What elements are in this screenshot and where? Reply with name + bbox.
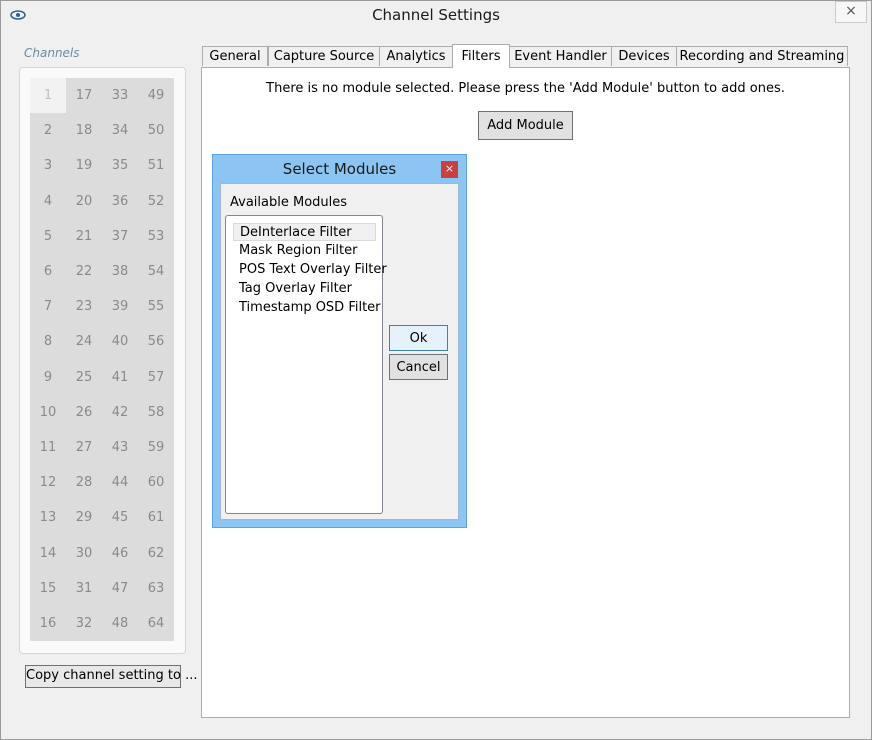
channel-cell[interactable]: 9 [30,359,66,395]
channel-cell[interactable]: 22 [66,253,102,290]
channel-cell[interactable]: 12 [30,465,66,501]
module-list-item[interactable]: POS Text Overlay Filter [233,261,387,279]
module-list[interactable]: DeInterlace Filter Mask Region Filter POS … [225,215,387,514]
cancel-button[interactable]: Cancel [389,354,448,380]
module-list-item[interactable]: Tag Overlay Filter [233,280,376,298]
module-list-item[interactable]: Mask Region Filter [233,242,376,260]
channel-cell[interactable]: 60 [138,465,174,501]
channel-cell[interactable]: 32 [66,605,102,641]
channel-cell[interactable]: 50 [138,113,174,149]
channel-cell[interactable]: 31 [66,570,102,606]
channel-cell[interactable]: 41 [102,359,138,395]
channel-cell[interactable]: 63 [138,570,174,606]
channel-cell[interactable]: 25 [66,359,102,395]
channel-cell[interactable]: 38 [102,253,138,290]
channel-cell[interactable]: 14 [30,535,66,571]
available-modules-label: Available Modules [230,195,348,210]
channel-cell[interactable]: 48 [102,605,138,641]
channel-cell[interactable]: 28 [66,465,102,501]
add-module-button[interactable]: Add Module [478,111,573,140]
channel-cell[interactable]: 42 [102,394,138,430]
channel-cell[interactable]: 43 [102,429,138,466]
channel-cell[interactable]: 8 [30,324,66,360]
channel-cell[interactable]: 35 [102,148,138,184]
tab-devices[interactable]: Devices [611,46,677,66]
channel-cell[interactable]: 1 [30,78,66,114]
channel-cell[interactable]: 24 [66,324,102,360]
module-list-item[interactable]: Timestamp OSD Filter [233,299,381,317]
channel-cell[interactable]: 7 [30,289,66,325]
channel-cell[interactable]: 46 [102,535,138,571]
channel-cell[interactable]: 11 [30,429,66,466]
channel-cell[interactable]: 2 [30,113,66,149]
channel-cell[interactable]: 30 [66,535,102,571]
channel-cell[interactable]: 37 [102,218,138,254]
channel-cell[interactable]: 34 [102,113,138,149]
channel-cell[interactable]: 52 [138,183,174,219]
channel-cell[interactable]: 56 [138,324,174,360]
tab-analytics[interactable]: Analytics [379,46,453,66]
channel-cell[interactable]: 62 [138,535,174,571]
channel-cell[interactable]: 29 [66,500,102,536]
channel-cell[interactable]: 49 [138,78,174,114]
channels-label: Channels [24,46,80,60]
channel-cell[interactable]: 45 [102,500,138,536]
channel-cell[interactable]: 17 [66,78,102,114]
channel-cell[interactable]: 39 [102,289,138,325]
tab-filters[interactable]: Filters [452,44,510,68]
channel-cell[interactable]: 13 [30,500,66,536]
channel-grid: 1 17 33 49 2 18 34 50 3 19 35 51 4 20 36 52 5 21 37 53 6 22 38… [30,78,174,641]
channel-cell[interactable]: 27 [66,429,102,466]
channel-cell[interactable]: 55 [138,289,174,325]
close-button[interactable]: × [835,1,867,23]
channel-cell[interactable]: 64 [138,605,174,641]
channel-cell[interactable]: 36 [102,183,138,219]
channel-cell[interactable]: 44 [102,465,138,501]
channel-cell[interactable]: 54 [138,253,174,290]
channel-cell[interactable]: 3 [30,148,66,184]
channel-cell[interactable]: 40 [102,324,138,360]
channel-cell[interactable]: 16 [30,605,66,641]
no-module-message: There is no module selected. Please pres… [266,81,785,96]
channel-cell[interactable]: 10 [30,394,66,430]
channel-cell[interactable]: 58 [138,394,174,430]
tab-event-handler[interactable]: Event Handler [509,46,612,66]
channel-cell[interactable]: 33 [102,78,138,114]
channel-cell[interactable]: 61 [138,500,174,536]
channel-cell[interactable]: 53 [138,218,174,254]
ok-button[interactable]: Ok [389,325,448,351]
channel-cell[interactable]: 23 [66,289,102,325]
channel-cell[interactable]: 18 [66,113,102,149]
channel-cell[interactable]: 6 [30,253,66,290]
channel-cell[interactable]: 15 [30,570,66,606]
channel-cell[interactable]: 47 [102,570,138,606]
channel-cell[interactable]: 59 [138,429,174,466]
module-list-item[interactable]: DeInterlace Filter [233,223,376,241]
channel-cell[interactable]: 21 [66,218,102,254]
channel-cell[interactable]: 20 [66,183,102,219]
copy-channel-setting-button[interactable]: Copy channel setting to ... [25,665,197,688]
channel-cell[interactable]: 51 [138,148,174,184]
tab-recording-and-streaming[interactable]: Recording and Streaming [676,46,848,66]
channel-cell[interactable]: 26 [66,394,102,430]
dialog-title: Select Modules [282,160,397,178]
channel-cell[interactable]: 4 [30,183,66,219]
window-title: Channel Settings [372,6,500,24]
channel-cell[interactable]: 57 [138,359,174,395]
tab-capture-source[interactable]: Capture Source [268,46,380,66]
channel-cell[interactable]: 5 [30,218,66,254]
channel-cell[interactable]: 19 [66,148,102,184]
dialog-close-button[interactable]: × [441,161,458,178]
tab-general[interactable]: General [202,46,268,66]
